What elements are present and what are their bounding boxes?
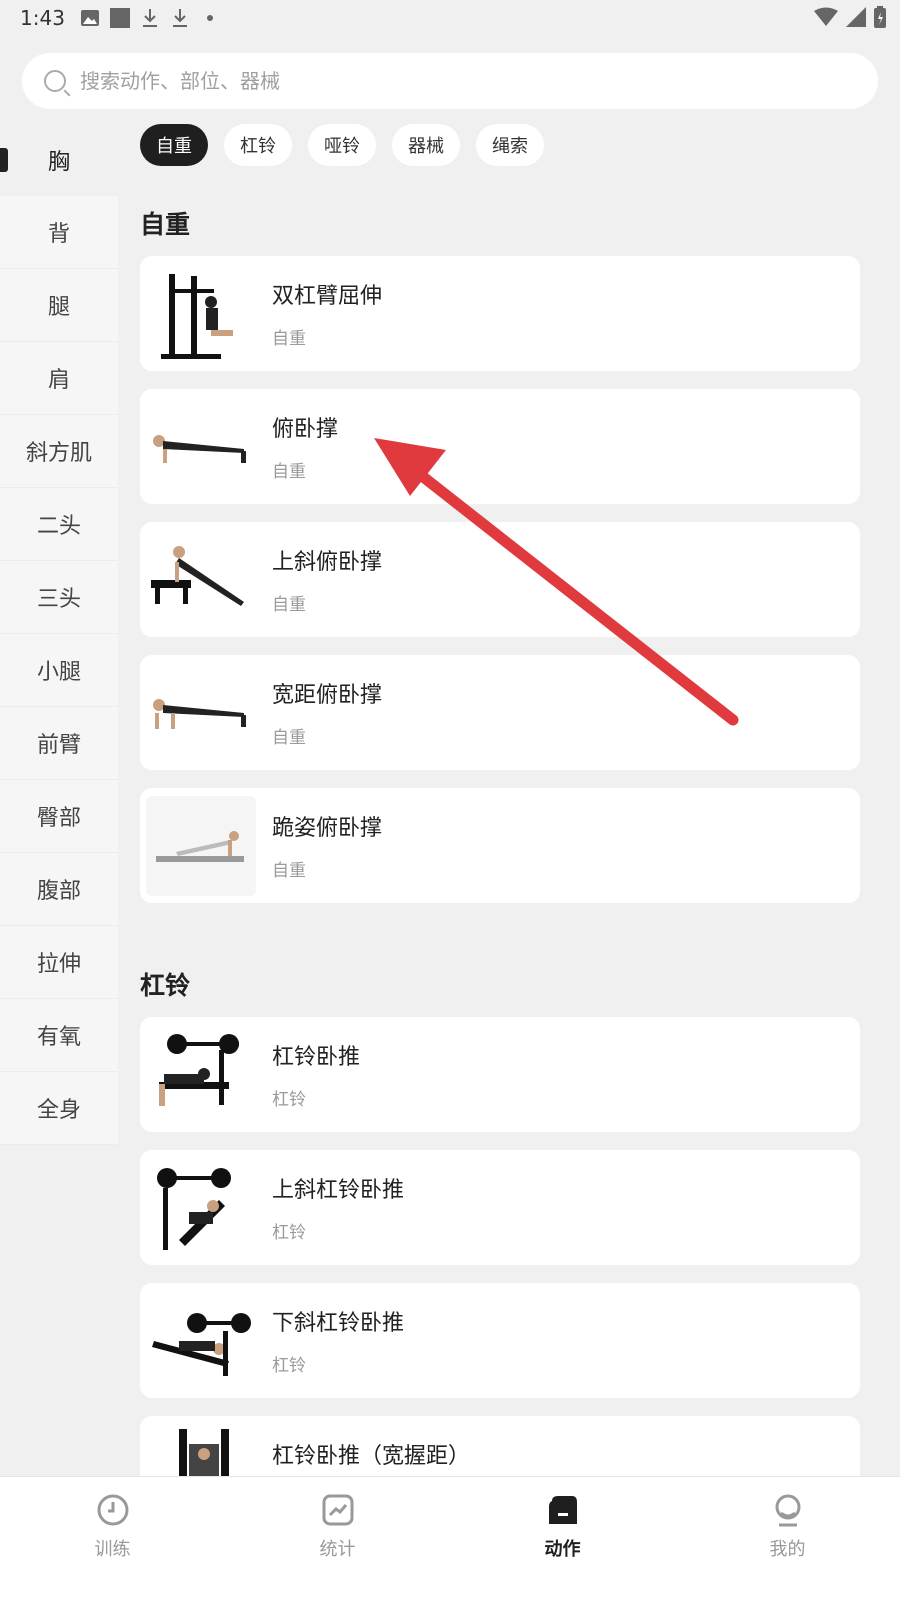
status-bar: 1:43 <box>0 0 900 40</box>
sidebar-item-abs[interactable]: 腹部 <box>0 853 118 926</box>
exercise-tag: 自重 <box>272 329 306 349</box>
body-part-sidebar: 胸 背 腿 肩 斜方肌 二头 三头 小腿 前臂 臀部 腹部 拉伸 有氧 全身 <box>0 124 118 1145</box>
tab-label: 统计 <box>319 1539 356 1560</box>
exercise-name: 杠铃卧推 <box>272 1045 361 1070</box>
dip-station-figure <box>146 264 256 364</box>
sidebar-item-chest[interactable]: 胸 <box>0 124 118 196</box>
image-icon <box>80 8 100 28</box>
wifi-icon <box>814 7 838 31</box>
exercise-card[interactable]: 杠铃卧推（宽握距）杠铃 <box>140 1416 860 1476</box>
section-title-barbell: 杠铃 <box>140 971 191 1000</box>
bench-press-figure <box>146 1025 256 1125</box>
chip-bodyweight[interactable]: 自重 <box>140 124 208 166</box>
exercise-card[interactable]: 上斜俯卧撑 自重 <box>140 522 860 637</box>
exercise-tag: 杠铃 <box>272 1356 306 1376</box>
sidebar-item-triceps[interactable]: 三头 <box>0 561 118 634</box>
chip-machine[interactable]: 器械 <box>392 124 460 166</box>
sidebar-item-shoulders[interactable]: 肩 <box>0 342 118 415</box>
push-up-figure <box>146 397 256 497</box>
tab-exercises[interactable]: 动作 <box>450 1477 675 1601</box>
section-title-bodyweight: 自重 <box>140 210 191 239</box>
exercise-card[interactable]: 宽距俯卧撑 自重 <box>140 655 860 770</box>
download-icon <box>140 8 160 28</box>
user-icon <box>775 1494 800 1527</box>
equipment-filter-chips: 自重 杠铃 哑铃 器械 绳索 <box>140 124 544 166</box>
exercise-card[interactable]: 俯卧撑 自重 <box>140 389 860 504</box>
incline-push-up-figure <box>146 530 256 630</box>
chip-dumbbell[interactable]: 哑铃 <box>308 124 376 166</box>
exercise-tag: 自重 <box>272 861 306 881</box>
square-icon <box>110 8 130 28</box>
exercise-name: 下斜杠铃卧推 <box>272 1311 405 1336</box>
tab-statistics[interactable]: 统计 <box>225 1477 450 1601</box>
sidebar-item-stretching[interactable]: 拉伸 <box>0 926 118 999</box>
tab-label: 我的 <box>769 1539 806 1560</box>
equipment-icon <box>548 1496 577 1524</box>
tab-label: 训练 <box>94 1539 131 1560</box>
search-input[interactable] <box>78 68 842 94</box>
sidebar-item-cardio[interactable]: 有氧 <box>0 999 118 1072</box>
tab-training[interactable]: 训练 <box>0 1477 225 1601</box>
exercise-tag: 自重 <box>272 595 306 615</box>
exercise-tag: 杠铃 <box>272 1223 306 1243</box>
status-time: 1:43 <box>20 6 65 30</box>
sidebar-item-glutes[interactable]: 臀部 <box>0 780 118 853</box>
exercise-name: 上斜杠铃卧推 <box>272 1178 405 1203</box>
decline-bench-figure <box>146 1291 256 1391</box>
exercise-list: 自重 双杠臂屈伸 自重 俯卧撑 自重 上斜俯卧撑 自重 宽距俯卧撑 自重 跪姿俯卧撑 自重… <box>140 190 860 1476</box>
chart-icon <box>322 1494 353 1526</box>
exercise-card[interactable]: 双杠臂屈伸 自重 <box>140 256 860 371</box>
knee-push-up-figure <box>146 795 256 896</box>
exercise-name: 跪姿俯卧撑 <box>272 816 383 841</box>
wide-push-up-figure <box>146 663 256 763</box>
exercise-name: 上斜俯卧撑 <box>272 550 383 575</box>
tab-profile[interactable]: 我的 <box>675 1477 900 1601</box>
sidebar-item-calves[interactable]: 小腿 <box>0 634 118 707</box>
search-bar[interactable] <box>22 53 878 109</box>
exercise-name: 俯卧撑 <box>272 417 339 442</box>
exercise-card[interactable]: 上斜杠铃卧推 杠铃 <box>140 1150 860 1265</box>
sidebar-item-trapezius[interactable]: 斜方肌 <box>0 415 118 488</box>
chip-barbell[interactable]: 杠铃 <box>224 124 292 166</box>
chip-cable[interactable]: 绳索 <box>476 124 544 166</box>
exercise-name: 双杠臂屈伸 <box>272 284 383 309</box>
exercise-tag: 杠铃 <box>272 1090 306 1110</box>
dot-icon <box>200 8 220 28</box>
sidebar-item-full-body[interactable]: 全身 <box>0 1072 118 1145</box>
sidebar-item-legs[interactable]: 腿 <box>0 269 118 342</box>
signal-icon <box>846 7 866 31</box>
wide-grip-bench-figure <box>146 1424 256 1476</box>
tab-label: 动作 <box>544 1539 581 1560</box>
download-icon-2 <box>170 8 190 28</box>
exercise-card[interactable]: 跪姿俯卧撑 自重 <box>140 788 860 903</box>
exercise-card[interactable]: 下斜杠铃卧推 杠铃 <box>140 1283 860 1398</box>
incline-bench-figure <box>146 1158 256 1258</box>
sidebar-item-back[interactable]: 背 <box>0 196 118 269</box>
battery-icon <box>874 6 886 32</box>
sidebar-item-forearms[interactable]: 前臂 <box>0 707 118 780</box>
sidebar-item-biceps[interactable]: 二头 <box>0 488 118 561</box>
clock-icon <box>97 1494 128 1526</box>
search-icon <box>44 70 66 92</box>
exercise-tag: 自重 <box>272 462 306 482</box>
exercise-name: 杠铃卧推（宽握距） <box>272 1444 471 1469</box>
bottom-tab-bar: 训练 统计 动作 我的 <box>0 1476 900 1601</box>
exercise-name: 宽距俯卧撑 <box>272 683 383 708</box>
exercise-card[interactable]: 杠铃卧推 杠铃 <box>140 1017 860 1132</box>
exercise-tag: 自重 <box>272 728 306 748</box>
